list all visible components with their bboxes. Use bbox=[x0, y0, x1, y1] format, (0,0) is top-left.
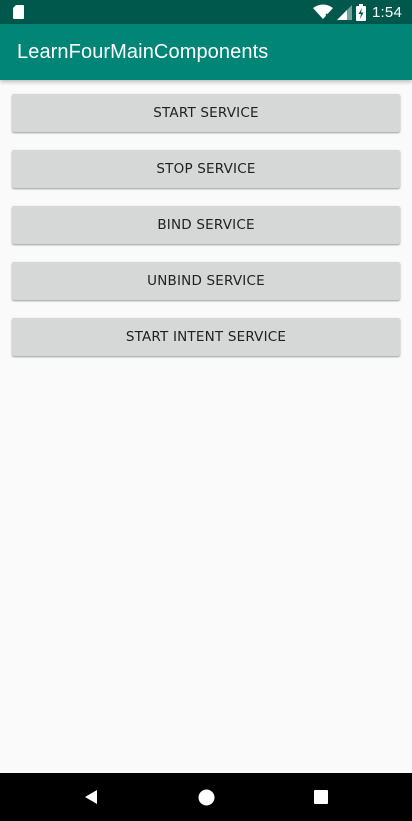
stop-service-button[interactable]: STOP SERVICE bbox=[12, 150, 400, 188]
status-time: 1:54 bbox=[372, 3, 402, 21]
home-icon[interactable] bbox=[186, 773, 226, 821]
wifi-icon bbox=[313, 4, 333, 19]
start-intent-service-button[interactable]: START INTENT SERVICE bbox=[12, 318, 400, 356]
navigation-bar bbox=[0, 773, 412, 821]
start-service-button[interactable]: START SERVICE bbox=[12, 94, 400, 132]
recents-icon[interactable] bbox=[301, 773, 341, 821]
back-icon[interactable] bbox=[71, 773, 111, 821]
main-content: START SERVICE STOP SERVICE BIND SERVICE … bbox=[0, 80, 412, 773]
bind-service-button[interactable]: BIND SERVICE bbox=[12, 206, 400, 244]
battery-charging-icon bbox=[356, 3, 366, 21]
unbind-service-button[interactable]: UNBIND SERVICE bbox=[12, 262, 400, 300]
status-bar: 1:54 bbox=[0, 0, 412, 24]
app-bar: LearnFourMainComponents bbox=[0, 24, 412, 80]
signal-icon bbox=[337, 4, 352, 20]
app-title: LearnFourMainComponents bbox=[17, 41, 269, 63]
status-icons: 1:54 bbox=[309, 0, 402, 24]
sd-card-icon bbox=[13, 5, 24, 19]
